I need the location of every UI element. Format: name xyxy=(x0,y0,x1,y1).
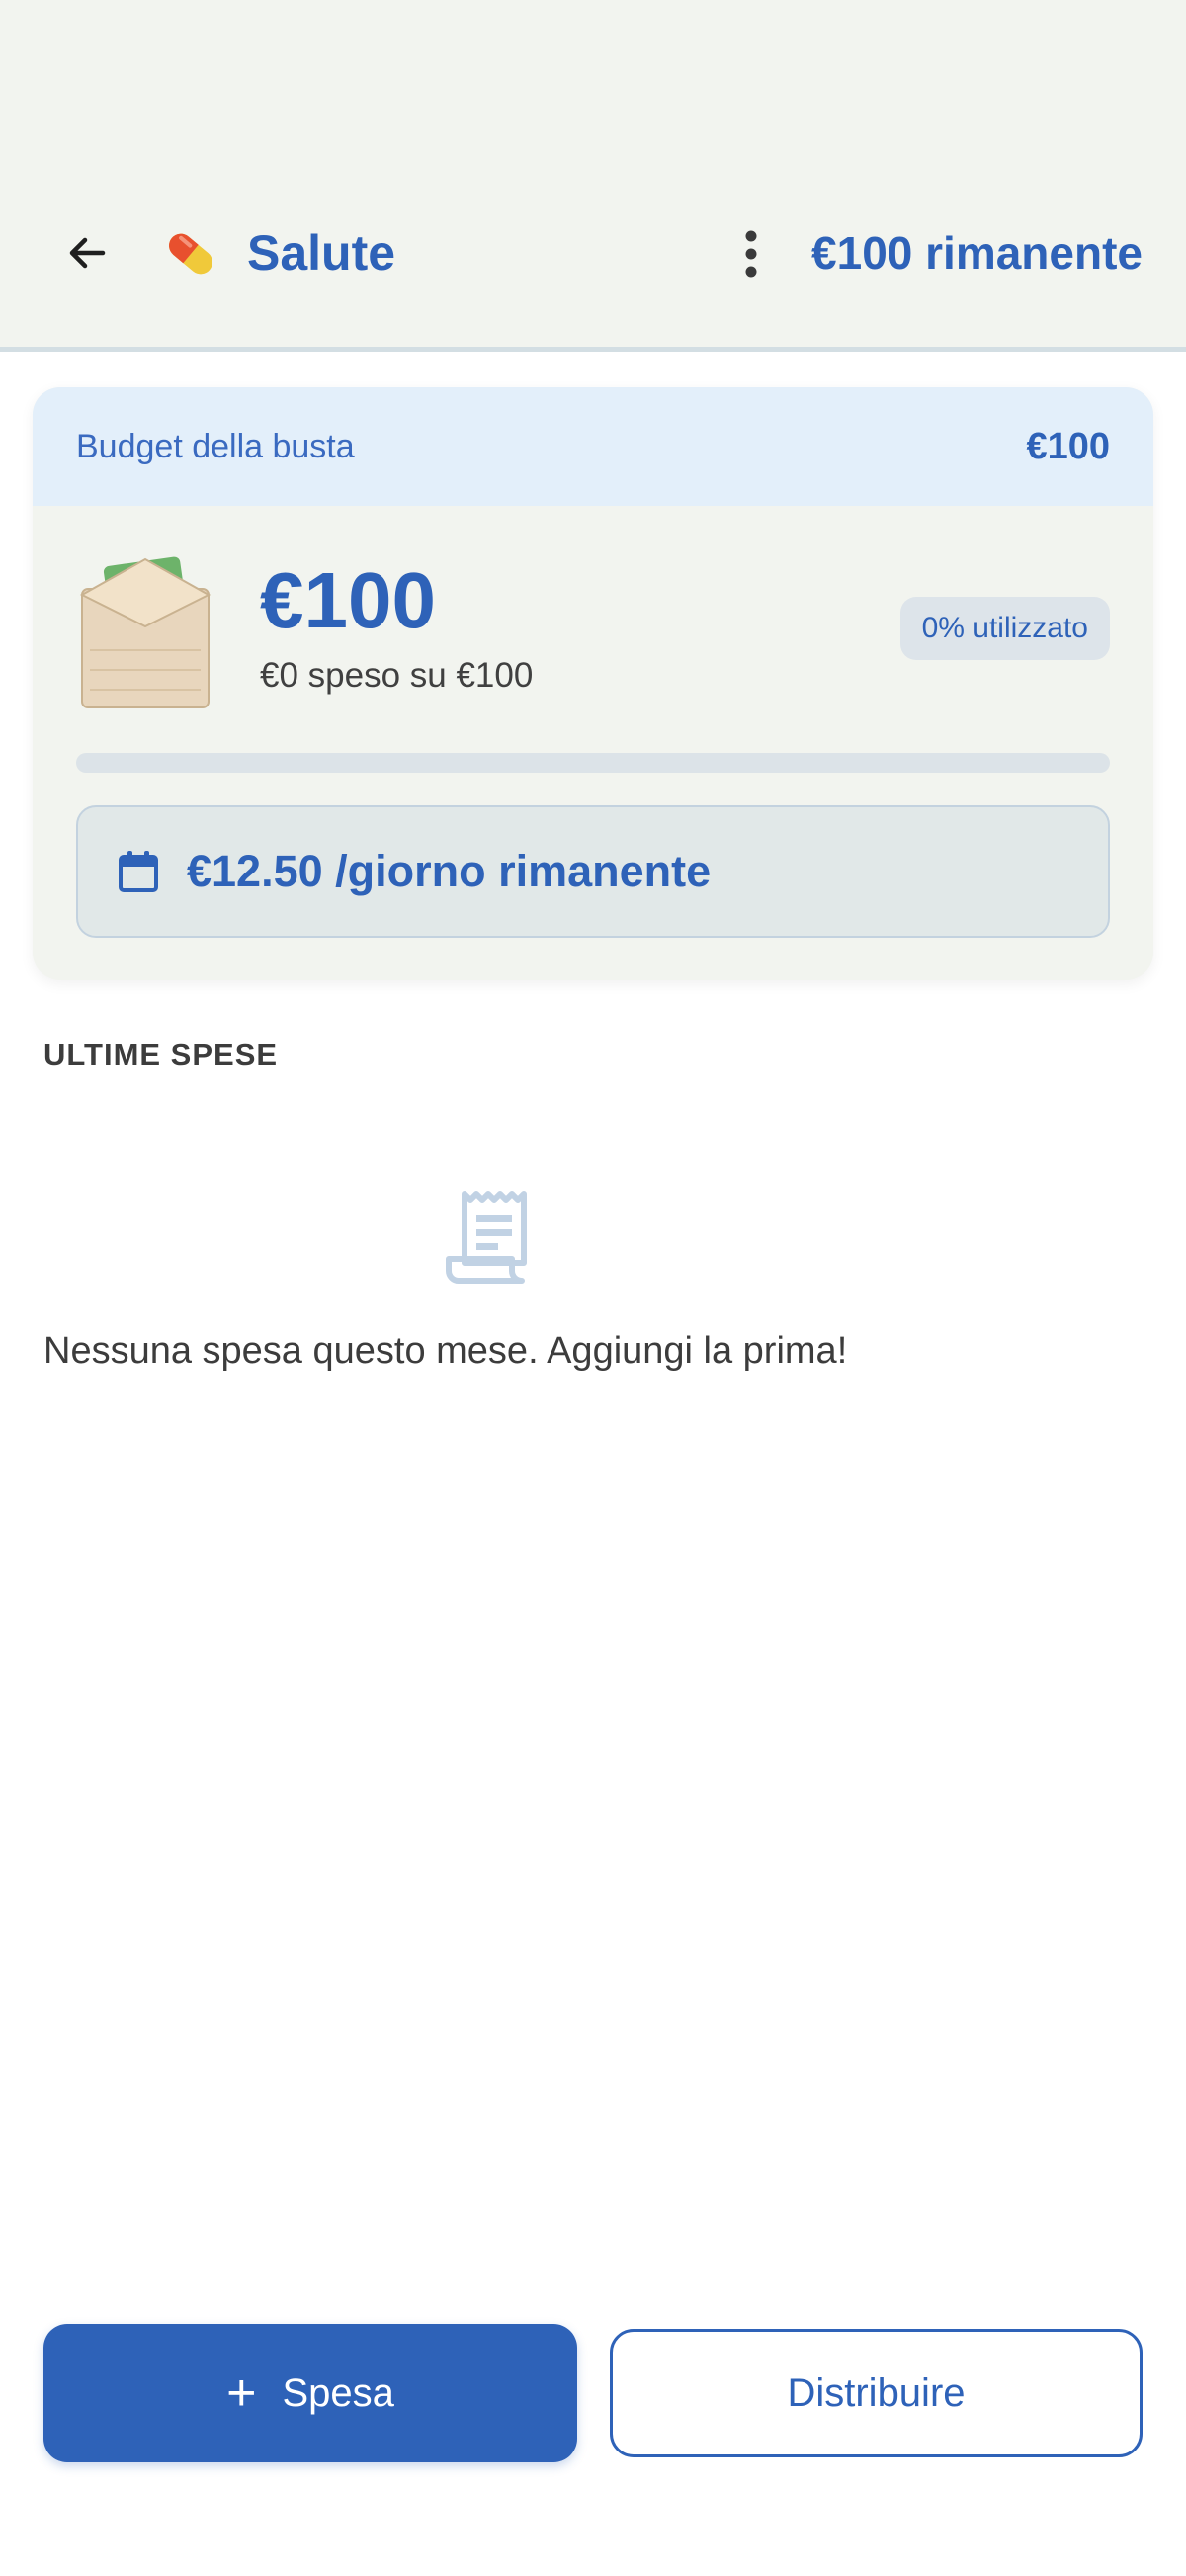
recent-expenses-heading: ULTIME SPESE xyxy=(43,1038,279,1072)
budget-card: Budget della busta €100 €100 €0 speso su… xyxy=(33,387,1153,980)
daily-allowance-text: €12.50 /giorno rimanente xyxy=(187,846,712,896)
back-button[interactable] xyxy=(49,215,125,291)
budget-label: Budget della busta xyxy=(76,427,355,465)
arrow-left-icon xyxy=(69,237,106,269)
app-bar: Salute €100 rimanente xyxy=(0,0,1186,352)
add-expense-button[interactable]: + Spesa xyxy=(43,2324,577,2462)
pill-icon xyxy=(169,233,212,275)
plus-icon: + xyxy=(226,2365,257,2422)
add-expense-label: Spesa xyxy=(282,2370,394,2415)
remaining-amount: €100 rimanente xyxy=(811,227,1143,279)
spent-summary: €0 speso su €100 xyxy=(260,656,534,695)
usage-badge: 0% utilizzato xyxy=(899,597,1110,660)
more-options-button[interactable] xyxy=(721,219,781,289)
distribute-button[interactable]: Distribuire xyxy=(610,2329,1143,2457)
calendar-icon xyxy=(119,851,158,892)
budget-amount: €100 xyxy=(260,556,436,644)
envelope-icon xyxy=(79,556,212,708)
more-vertical-icon xyxy=(745,230,757,278)
budget-progress-bar xyxy=(76,753,1110,773)
budget-card-header: Budget della busta €100 xyxy=(33,387,1153,506)
budget-value: €100 xyxy=(1026,425,1110,467)
receipt-icon xyxy=(446,1191,527,1284)
page-title: Salute xyxy=(247,225,396,281)
daily-allowance-box: €12.50 /giorno rimanente xyxy=(76,805,1110,938)
empty-state-message: Nessuna spesa questo mese. Aggiungi la p… xyxy=(43,1330,848,1371)
